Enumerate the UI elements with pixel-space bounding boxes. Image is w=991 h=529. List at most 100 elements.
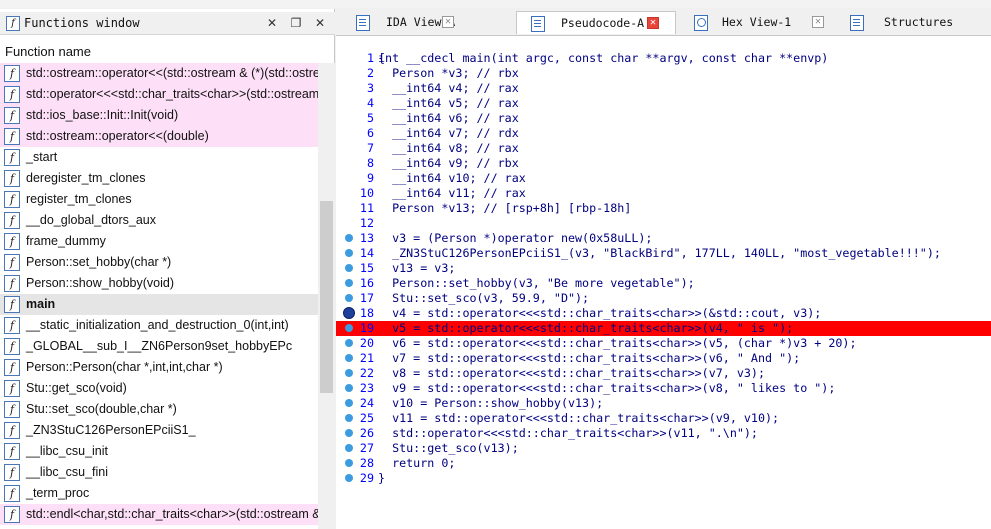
function-list-scrollbar[interactable] bbox=[318, 63, 335, 529]
line-number: 13 bbox=[359, 231, 374, 245]
code-line[interactable]: 3 __int64 v4; // rax bbox=[336, 81, 991, 96]
tab-ida-view-a[interactable]: IDA View-A ✕ bbox=[342, 11, 514, 34]
code-line[interactable]: 19 v5 = std::operator<<<std::char_traits… bbox=[336, 321, 991, 336]
code-line[interactable]: 25 v11 = std::operator<<<std::char_trait… bbox=[336, 411, 991, 426]
close-pane-icon[interactable]: ✕ bbox=[312, 15, 328, 31]
line-marker-dot[interactable] bbox=[345, 249, 353, 257]
function-list[interactable]: f std::ostream::operator<<(std::ostream &… bbox=[0, 63, 318, 529]
code-line[interactable]: 23 v9 = std::operator<<<std::char_traits… bbox=[336, 381, 991, 396]
line-number: 2 bbox=[366, 66, 374, 80]
code-line[interactable]: 6 __int64 v7; // rdx bbox=[336, 126, 991, 141]
tab-label: Structures bbox=[884, 15, 954, 29]
function-list-item[interactable]: f _term_proc bbox=[0, 483, 318, 504]
function-list-item[interactable]: f main bbox=[0, 294, 318, 315]
line-number: 4 bbox=[366, 96, 374, 110]
code-line[interactable]: 21 v7 = std::operator<<<std::char_traits… bbox=[336, 351, 991, 366]
function-list-item[interactable]: f Stu::get_sco(void) bbox=[0, 378, 318, 399]
line-marker-dot[interactable] bbox=[345, 369, 353, 377]
line-number: 3 bbox=[366, 81, 374, 95]
code-header-line[interactable]: int __cdecl main(int argc, const char **… bbox=[336, 36, 991, 65]
code-line[interactable]: 27 Stu::get_sco(v13); bbox=[336, 441, 991, 456]
code-line[interactable]: 8 __int64 v9; // rbx bbox=[336, 156, 991, 171]
line-marker-dot[interactable] bbox=[345, 474, 353, 482]
line-marker-dot[interactable] bbox=[345, 399, 353, 407]
code-line[interactable]: 14 _ZN3StuC126PersonEPciiS1_(v3, "BlackB… bbox=[336, 246, 991, 261]
code-line[interactable]: 10 __int64 v11; // rax bbox=[336, 186, 991, 201]
function-list-item[interactable]: f std::operator<<<std::char_traits<char>>… bbox=[0, 84, 318, 105]
code-text: __int64 v6; // rax bbox=[378, 111, 519, 125]
code-line[interactable]: 15 v13 = v3; bbox=[336, 261, 991, 276]
function-list-item[interactable]: f __libc_csu_init bbox=[0, 441, 318, 462]
line-marker-dot[interactable] bbox=[345, 324, 353, 332]
code-text: return 0; bbox=[378, 456, 456, 470]
line-number: 9 bbox=[366, 171, 374, 185]
tab-pseudocode-a[interactable]: Pseudocode-A ✕ bbox=[516, 11, 676, 34]
code-line[interactable]: 11 Person *v13; // [rsp+8h] [rbp-18h] bbox=[336, 201, 991, 216]
function-list-item[interactable]: f frame_dummy bbox=[0, 231, 318, 252]
function-list-item[interactable]: f std::ostream::operator<<(double) bbox=[0, 126, 318, 147]
function-icon: f bbox=[4, 359, 20, 376]
function-list-item[interactable]: f deregister_tm_clones bbox=[0, 168, 318, 189]
function-list-item[interactable]: f register_tm_clones bbox=[0, 189, 318, 210]
function-list-item[interactable]: f std::ostream::operator<<(std::ostream &… bbox=[0, 63, 318, 84]
function-list-item[interactable]: f Stu::set_sco(double,char *) bbox=[0, 399, 318, 420]
tab-close-icon[interactable]: ✕ bbox=[442, 16, 454, 28]
code-line[interactable]: 1{ bbox=[336, 51, 991, 66]
code-text: v13 = v3; bbox=[378, 261, 456, 275]
code-line[interactable]: 20 v6 = std::operator<<<std::char_traits… bbox=[336, 336, 991, 351]
code-line[interactable]: 2 Person *v3; // rbx bbox=[336, 66, 991, 81]
function-list-item[interactable]: f _start bbox=[0, 147, 318, 168]
function-list-item[interactable]: f __do_global_dtors_aux bbox=[0, 210, 318, 231]
code-line[interactable]: 16 Person::set_hobby(v3, "Be more vegeta… bbox=[336, 276, 991, 291]
code-line[interactable]: 18 v4 = std::operator<<<std::char_traits… bbox=[336, 306, 991, 321]
function-name: _ZN3StuC126PersonEPciiS1_ bbox=[26, 423, 196, 437]
line-marker-dot[interactable] bbox=[345, 429, 353, 437]
line-marker-dot[interactable] bbox=[345, 459, 353, 467]
restore-icon[interactable]: ❐ bbox=[288, 15, 304, 31]
line-number: 28 bbox=[359, 456, 374, 470]
code-line[interactable]: 12 bbox=[336, 216, 991, 231]
function-list-item[interactable]: f Person::show_hobby(void) bbox=[0, 273, 318, 294]
tab-structures[interactable]: Structures bbox=[836, 11, 986, 34]
line-marker-dot[interactable] bbox=[345, 414, 353, 422]
code-line[interactable]: 9 __int64 v10; // rax bbox=[336, 171, 991, 186]
code-line[interactable]: 5 __int64 v6; // rax bbox=[336, 111, 991, 126]
code-line[interactable]: 28 return 0; bbox=[336, 456, 991, 471]
line-marker-dot[interactable] bbox=[345, 234, 353, 242]
code-line[interactable]: 7 __int64 v8; // rax bbox=[336, 141, 991, 156]
function-list-item[interactable]: f _GLOBAL__sub_I__ZN6Person9set_hobbyEPc bbox=[0, 336, 318, 357]
function-list-item[interactable]: f _ZN3StuC126PersonEPciiS1_ bbox=[0, 420, 318, 441]
function-list-item[interactable]: f std::ios_base::Init::Init(void) bbox=[0, 105, 318, 126]
line-marker-dot[interactable] bbox=[345, 384, 353, 392]
close-icon[interactable]: ✕ bbox=[264, 15, 280, 31]
tab-close-icon[interactable]: ✕ bbox=[812, 16, 824, 28]
code-line[interactable]: 13 v3 = (Person *)operator new(0x58uLL); bbox=[336, 231, 991, 246]
breakpoint-icon[interactable] bbox=[343, 307, 355, 319]
code-line[interactable]: 29} bbox=[336, 471, 991, 486]
column-header-function-name[interactable]: Function name bbox=[0, 41, 318, 63]
function-list-item[interactable]: f __static_initialization_and_destruction… bbox=[0, 315, 318, 336]
function-list-item[interactable]: f Person::set_hobby(char *) bbox=[0, 252, 318, 273]
line-number: 11 bbox=[359, 201, 374, 215]
code-text: _ZN3StuC126PersonEPciiS1_(v3, "BlackBird… bbox=[378, 246, 941, 260]
code-line[interactable]: 4 __int64 v5; // rax bbox=[336, 96, 991, 111]
tab-close-icon[interactable]: ✕ bbox=[647, 17, 659, 29]
line-marker-dot[interactable] bbox=[345, 339, 353, 347]
scrollbar-thumb[interactable] bbox=[320, 201, 333, 393]
function-list-item[interactable]: f std::endl<char,std::char_traits<char>>(… bbox=[0, 504, 318, 525]
structures-icon bbox=[850, 15, 864, 31]
line-marker-dot[interactable] bbox=[345, 279, 353, 287]
code-line[interactable]: 24 v10 = Person::show_hobby(v13); bbox=[336, 396, 991, 411]
function-name: _start bbox=[26, 150, 58, 164]
pseudocode-view[interactable]: int __cdecl main(int argc, const char **… bbox=[336, 36, 991, 529]
code-line[interactable]: 17 Stu::set_sco(v3, 59.9, "D"); bbox=[336, 291, 991, 306]
code-line[interactable]: 22 v8 = std::operator<<<std::char_traits… bbox=[336, 366, 991, 381]
function-list-item[interactable]: f __libc_csu_fini bbox=[0, 462, 318, 483]
function-list-item[interactable]: f Person::Person(char *,int,int,char *) bbox=[0, 357, 318, 378]
line-marker-dot[interactable] bbox=[345, 444, 353, 452]
line-marker-dot[interactable] bbox=[345, 354, 353, 362]
line-marker-dot[interactable] bbox=[345, 294, 353, 302]
line-marker-dot[interactable] bbox=[345, 264, 353, 272]
code-line[interactable]: 26 std::operator<<<std::char_traits<char… bbox=[336, 426, 991, 441]
tab-hex-view-1[interactable]: Hex View-1 ✕ bbox=[680, 11, 830, 34]
